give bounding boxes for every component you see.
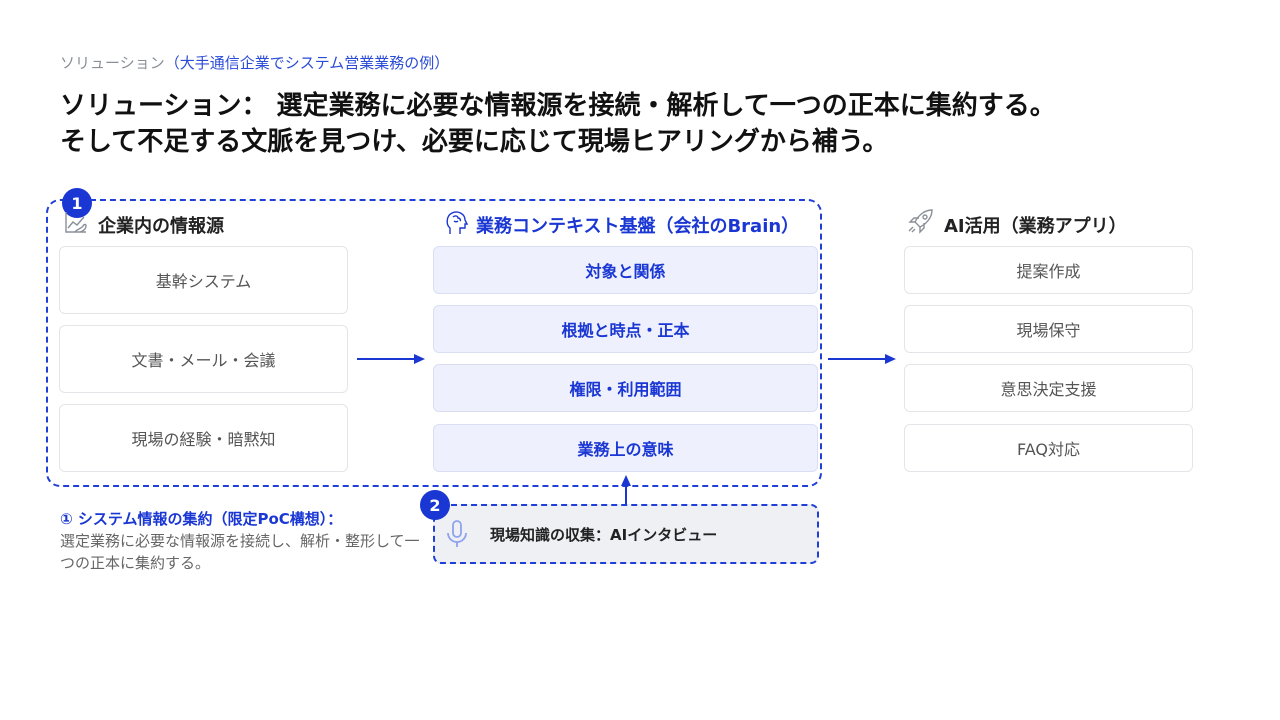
note-body: 選定業務に必要な情報源を接続し、解析・整形して一つの正本に集約する。 (60, 532, 420, 572)
arrow-context-to-apps (828, 354, 896, 364)
microphone-icon (445, 519, 469, 553)
interview-label: 現場知識の収集：AIインタビュー (490, 526, 718, 544)
arrow-interview-to-context (621, 475, 631, 504)
arrow-sources-to-context (357, 354, 425, 364)
note-heading: ① システム情報の集約（限定PoC構想）： (60, 510, 343, 528)
flow-arrows (357, 354, 896, 504)
